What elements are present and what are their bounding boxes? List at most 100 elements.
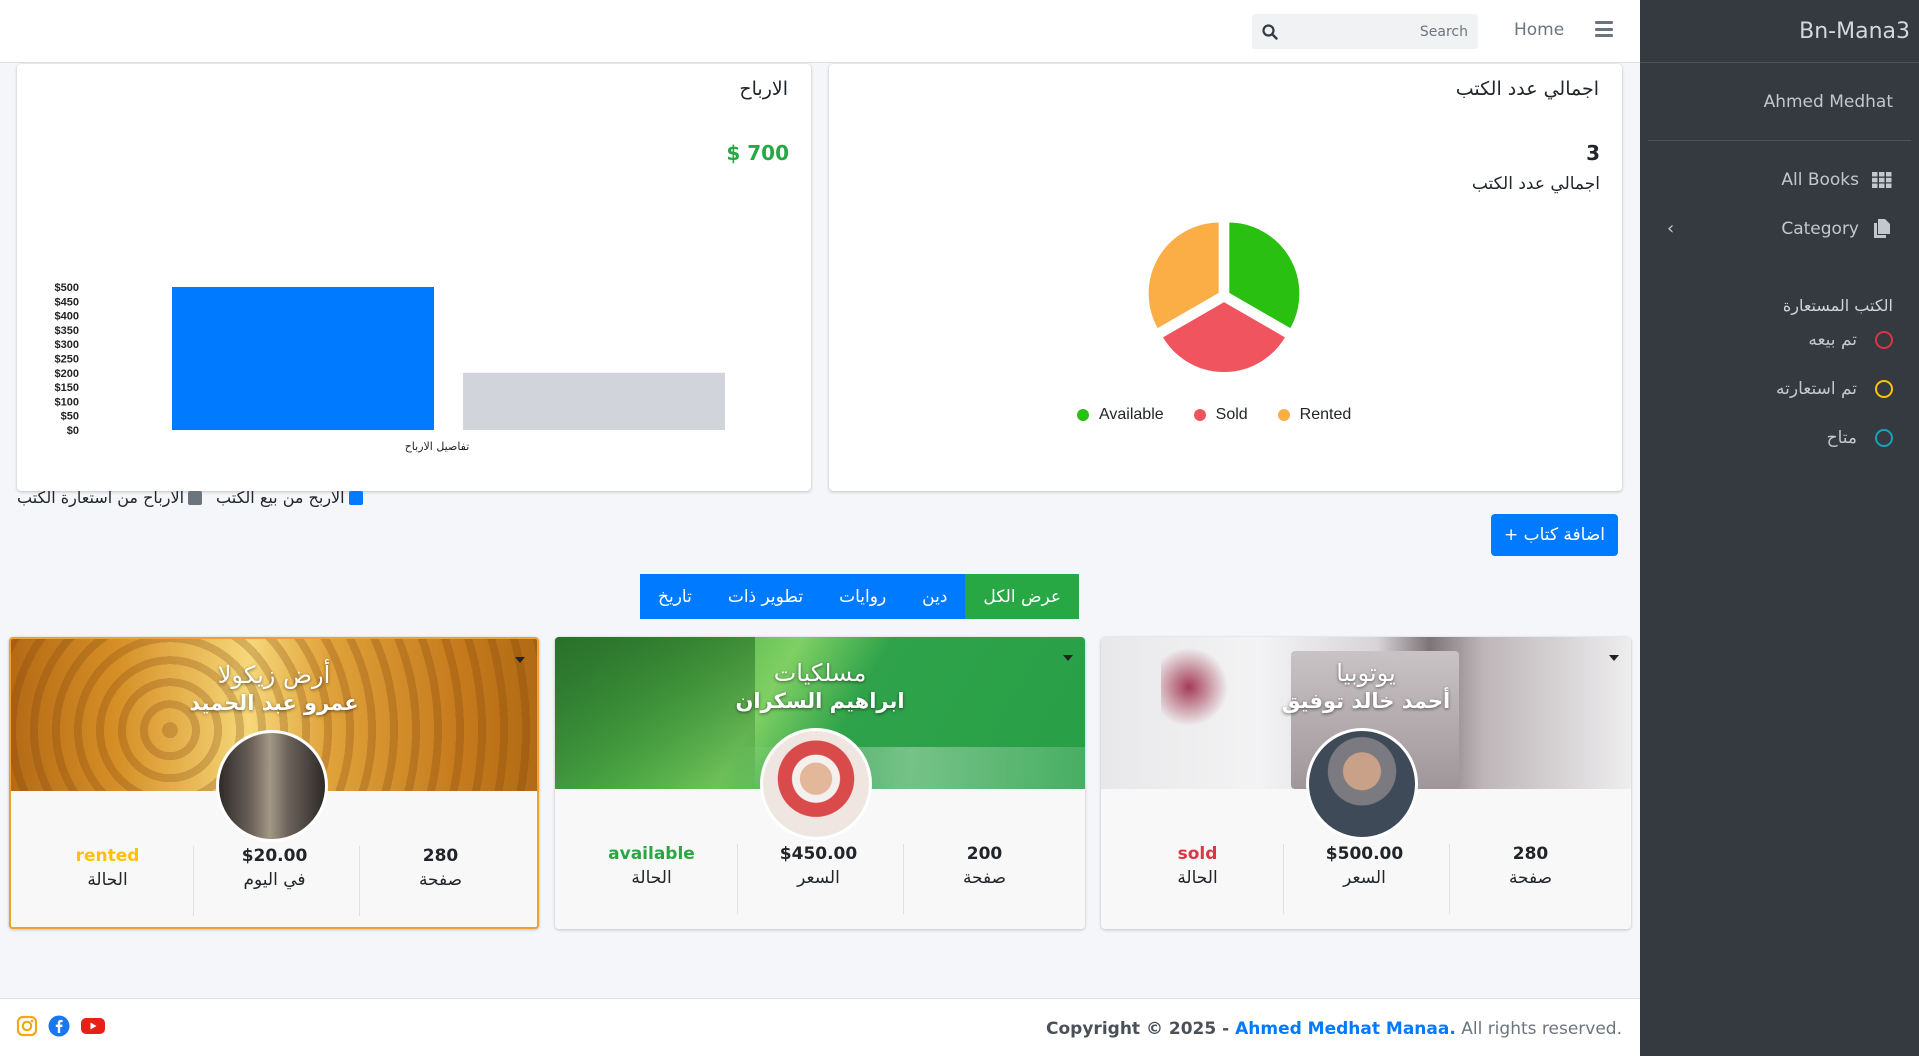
y-tick-label: $250 [55,354,79,366]
sidebar-item-label: Category [1781,218,1859,239]
legend-item[interactable]: Available [1077,406,1164,424]
circle-icon [1875,379,1893,398]
stat-price: $450.00 السعر [735,844,902,888]
copy-icon [1871,219,1893,238]
book-card[interactable]: أرض زيكولا عمرو عبد الحميد 280 صفحة $20.… [9,637,539,929]
divider [1449,844,1450,914]
divider [1283,844,1284,914]
legend-item[interactable]: الاربح من بيع الكتب [216,488,363,507]
youtube-icon[interactable] [80,1015,106,1037]
social-links [16,1015,106,1037]
footer: Copyright © 2025 - Ahmed Medhat Manaa. A… [0,998,1640,1056]
sidebar-item-label: تم استعارته [1776,378,1857,399]
stat-value: rented [75,846,140,866]
sidebar-item-sold[interactable]: تم بيعه [1640,315,1919,364]
home-link[interactable]: Home [1514,20,1564,40]
sidebar-item-rented[interactable]: تم استعارته [1640,364,1919,413]
stat-label: صفحة [1508,868,1553,888]
tab-religion[interactable]: دين [904,574,966,619]
book-title: يوتوبيا [1336,659,1396,687]
legend-swatch [188,490,203,505]
stat-label: السعر [797,868,840,888]
y-tick-label: $450 [55,296,79,308]
sidebar-item-label: All Books [1781,169,1859,190]
legend-label: Rented [1299,406,1352,423]
divider [903,844,904,914]
y-tick-label: $350 [55,325,79,337]
circle-icon [1875,428,1893,447]
legend-item[interactable]: الارباح من استعارة الكتب [17,488,203,507]
tab-self-development[interactable]: تطوير ذات [709,574,822,619]
stat-value: 280 [422,846,459,866]
tab-history[interactable]: تاريخ [640,574,710,619]
stat-value: $500.00 [1325,844,1404,864]
stat-label: صفحة [418,870,463,890]
y-tick-label: $400 [55,311,79,323]
stat-label: الحالة [87,870,128,890]
author-avatar [216,730,328,842]
y-tick-label: $150 [55,382,79,394]
stat-label: الحالة [631,868,672,888]
bar-legend: الاربح من بيع الكتب الارباح من استعارة ا… [17,488,419,507]
tab-novels[interactable]: روايات [821,574,905,619]
stat-value: available [608,844,695,864]
tab-all[interactable]: عرض الكل [965,574,1080,619]
divider [359,846,360,916]
book-author: أحمد خالد توفيق [1281,689,1451,713]
menu-toggle-icon[interactable] [1595,21,1613,37]
book-author: ابراهيم السكران [735,689,905,713]
grid-icon [1871,171,1893,188]
legend-label: Available [1099,406,1164,423]
add-book-button[interactable]: + اضافة كتاب [1491,514,1618,556]
facebook-icon[interactable] [48,1015,70,1037]
legend-label: Sold [1215,406,1248,423]
sidebar-item-all-books[interactable]: All Books [1640,155,1919,204]
sidebar-item-label: متاح [1826,427,1857,448]
stat-value: $20.00 [241,846,308,866]
dropdown-caret-icon[interactable] [1063,655,1073,661]
copyright-suffix: All rights reserved. [1455,1019,1622,1039]
copyright: Copyright © 2025 - Ahmed Medhat Manaa. A… [1046,1019,1622,1039]
y-tick-label: $100 [55,396,79,408]
search-icon[interactable] [1262,23,1278,40]
bar-rentals[interactable] [463,372,725,430]
legend-item[interactable]: Rented [1277,406,1352,424]
pie-legend: Available Sold Rented [1077,406,1351,424]
legend-label: الاربح من بيع الكتب [216,488,345,507]
brand-link[interactable]: Bn-Mana3 [1640,0,1919,63]
user-name[interactable]: Ahmed Medhat [1648,63,1911,141]
profit-total: $ 700 [726,141,789,165]
stat-label: في اليوم [243,870,306,890]
x-axis-label: تفاصيل الارباح [405,440,470,453]
search-box[interactable] [1252,14,1478,49]
sidebar: Bn-Mana3 Ahmed Medhat All Books ‹ Catego… [1640,0,1919,1056]
book-card[interactable]: يوتوبيا أحمد خالد توفيق 280 صفحة $500.00… [1101,637,1631,929]
author-avatar [1306,728,1418,840]
legend-label: الارباح من استعارة الكتب [17,488,185,507]
dropdown-caret-icon[interactable] [1609,655,1619,661]
stat-value: 280 [1512,844,1549,864]
search-input[interactable] [1278,23,1468,40]
circle-icon [1875,330,1893,349]
stat-value: sold [1177,844,1218,864]
books-count-label: اجمالي عدد الكتب [1471,174,1600,194]
stat-pages: 280 صفحة [1447,844,1614,888]
book-title: أرض زيكولا [217,661,331,689]
legend-item[interactable]: Sold [1193,406,1248,424]
y-tick-label: $0 [67,425,79,437]
stat-price: $500.00 السعر [1281,844,1448,888]
card-title: الارباح [739,78,788,100]
total-books-card: اجمالي عدد الكتب 3 اجمالي عدد الكتب Avai… [829,64,1622,491]
author-avatar [760,728,872,840]
legend-dot [1193,409,1206,421]
dropdown-caret-icon[interactable] [515,657,525,663]
book-card[interactable]: مسلكيات ابراهيم السكران 200 صفحة $450.00… [555,637,1085,929]
y-tick-label: $300 [55,339,79,351]
stat-label: الحالة [1177,868,1218,888]
sidebar-item-available[interactable]: متاح [1640,413,1919,462]
top-navbar: Home [0,0,1640,63]
instagram-icon[interactable] [16,1015,38,1037]
bar-sales[interactable] [172,287,434,430]
sidebar-item-category[interactable]: ‹ Category [1640,204,1919,253]
copyright-name-link[interactable]: Ahmed Medhat Manaa. [1235,1019,1456,1039]
